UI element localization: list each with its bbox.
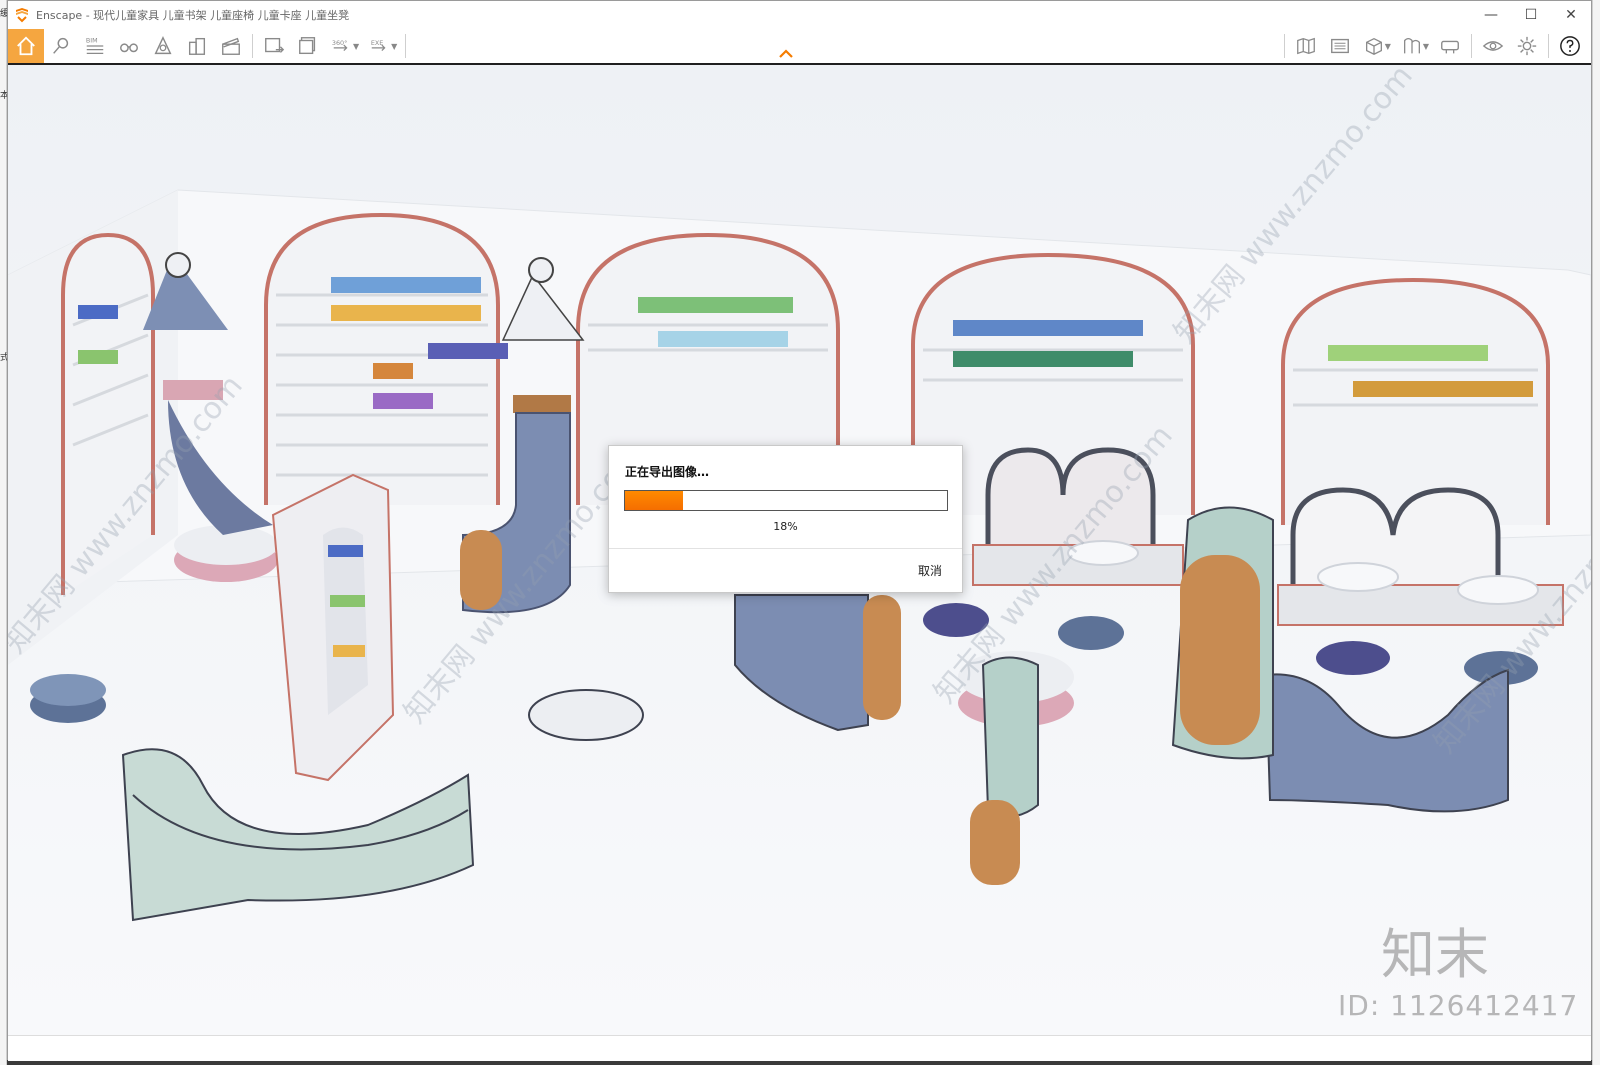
left-edge-mark: 式 — [0, 352, 10, 362]
map-button[interactable] — [1289, 30, 1323, 62]
toolbar-separator — [1548, 34, 1549, 58]
background-window-edge-left: 缓 本 式 — [0, 0, 10, 1065]
bim-icon: BIM — [86, 36, 104, 54]
pin-icon — [53, 37, 69, 54]
collapse-toolbar-icon[interactable] — [776, 47, 796, 61]
enscape-logo-icon — [16, 8, 28, 23]
maximize-button[interactable]: ☐ — [1511, 1, 1551, 29]
toolbar-separator — [1283, 34, 1285, 58]
buildings-icon — [188, 37, 206, 55]
sun-button[interactable] — [146, 30, 180, 62]
export-progress-dialog: 正在导出图像… 18% 取消 — [608, 445, 963, 593]
clapper-button[interactable] — [214, 30, 248, 62]
vr-headset-button[interactable] — [1433, 30, 1467, 62]
vr-headset-icon — [1441, 40, 1459, 54]
brand-watermark: 知末 — [1381, 923, 1489, 983]
dialog-divider — [609, 548, 962, 549]
settings-button[interactable] — [1510, 30, 1544, 62]
export-progress-bar — [624, 490, 948, 511]
asset-library-icon — [1330, 38, 1349, 54]
export-exe-icon: EXE — [371, 39, 386, 52]
screenshot-button[interactable] — [257, 30, 291, 62]
cancel-button[interactable]: 取消 — [918, 562, 942, 579]
visual-settings-button[interactable] — [1476, 30, 1510, 62]
progress-percent: 18% — [773, 520, 798, 533]
home-icon — [17, 36, 35, 56]
map-icon — [1296, 37, 1315, 55]
materials-button[interactable] — [1395, 30, 1429, 62]
binoculars-button[interactable] — [112, 30, 146, 62]
dialog-title: 正在导出图像… — [625, 465, 710, 479]
toolbar-separator — [252, 34, 253, 58]
svg-text:知末: 知末 — [1381, 923, 1489, 983]
left-edge-mark: 缓 — [0, 8, 10, 18]
help-button[interactable] — [1553, 30, 1587, 62]
home-button[interactable] — [8, 29, 44, 63]
watermark-id: ID: 1126412417 — [1338, 989, 1579, 1022]
materials-icon — [1403, 38, 1420, 54]
buildings-button[interactable] — [180, 30, 214, 62]
background-window-edge-right — [1592, 0, 1600, 1065]
asset-library-button[interactable] — [1323, 30, 1357, 62]
toolbar-left-group: BIM 360° ▼ EXE ▼ — [8, 29, 410, 63]
left-edge-mark: 本 — [0, 90, 10, 100]
window-title: Enscape - 现代儿童家具 儿童书架 儿童座椅 儿童卡座 儿童坐凳 — [36, 9, 350, 22]
minimize-button[interactable]: — — [1471, 1, 1511, 29]
progress-fill — [625, 491, 683, 510]
gear-icon — [1517, 36, 1537, 56]
export-exe-button[interactable]: EXE — [363, 30, 397, 62]
bim-button[interactable]: BIM — [78, 30, 112, 62]
panorama-button[interactable]: 360° — [325, 30, 359, 62]
cube-button[interactable] — [1357, 30, 1391, 62]
visual-settings-icon — [1482, 41, 1504, 51]
binoculars-icon — [120, 43, 138, 53]
svg-text:EXE: EXE — [371, 39, 383, 47]
batch-render-icon — [299, 37, 316, 55]
sun-icon — [154, 36, 172, 55]
screenshot-icon — [265, 37, 285, 53]
toolbar-right-group: ▼ ▼ — [1280, 29, 1587, 63]
close-button[interactable]: ✕ — [1551, 1, 1591, 29]
render-viewport[interactable]: 知末网 www.znzmo.com 知末网 www.znzmo.com 知末网 … — [8, 65, 1591, 1035]
toolbar-separator — [405, 34, 407, 58]
window-controls: — ☐ ✕ — [1471, 1, 1591, 29]
enscape-window: Enscape - 现代儿童家具 儿童书架 儿童座椅 儿童卡座 儿童坐凳 — ☐… — [7, 0, 1592, 1061]
clapper-icon — [222, 37, 240, 55]
pin-button[interactable] — [44, 30, 78, 62]
panorama-360-icon: 360° — [332, 39, 348, 52]
cube-icon — [1365, 37, 1382, 55]
help-icon — [1560, 36, 1580, 56]
window-bottom-edge — [8, 1035, 1591, 1061]
batch-render-button[interactable] — [291, 30, 325, 62]
title-bar[interactable]: Enscape - 现代儿童家具 儿童书架 儿童座椅 儿童卡座 儿童坐凳 — ☐… — [8, 1, 1591, 29]
main-toolbar: BIM 360° ▼ EXE ▼ ▼ ▼ — [8, 29, 1591, 65]
svg-text:BIM: BIM — [86, 36, 98, 44]
toolbar-separator — [1471, 34, 1472, 58]
